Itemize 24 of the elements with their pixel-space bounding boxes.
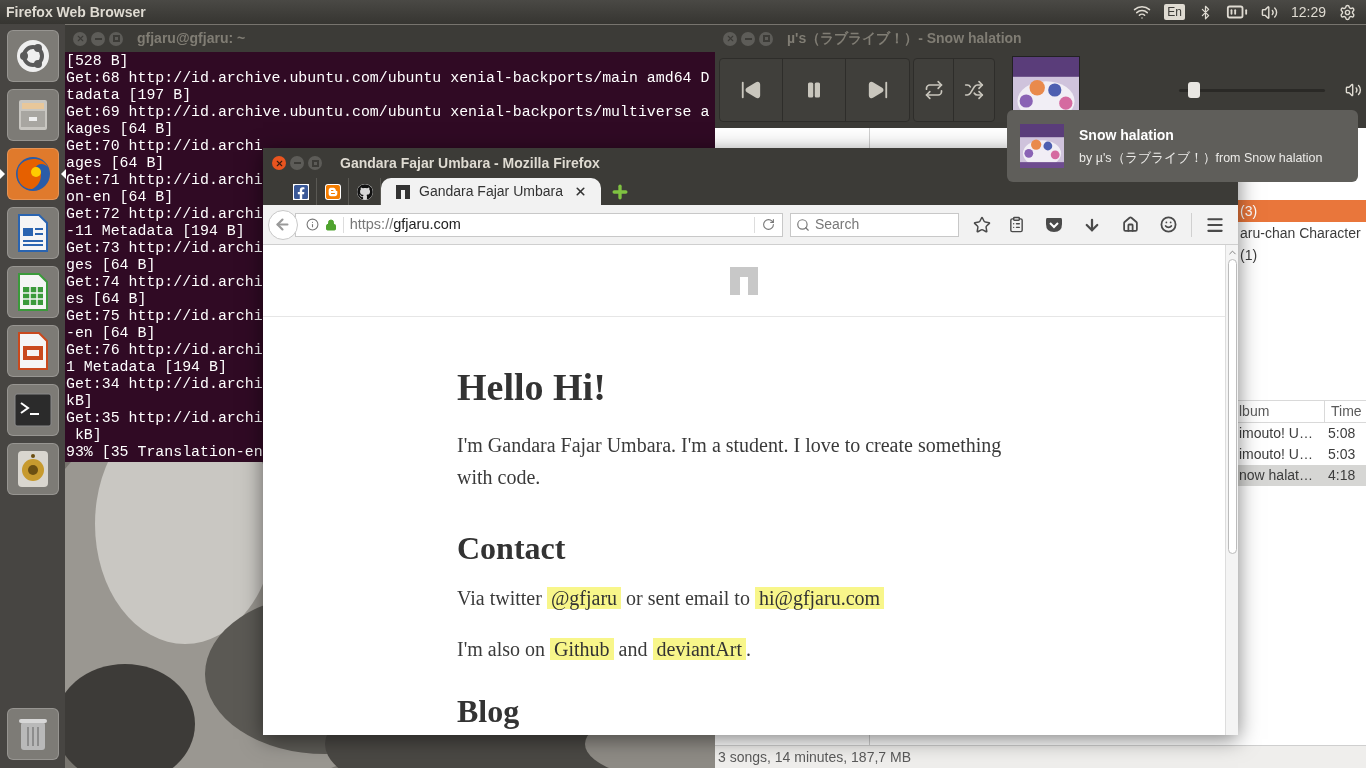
wifi-icon[interactable] — [1133, 3, 1152, 21]
spreadsheet-icon — [16, 273, 49, 311]
launcher-item[interactable] — [6, 325, 59, 377]
app-title: Firefox Web Browser — [6, 2, 146, 22]
launcher-item[interactable] — [6, 148, 59, 200]
clock[interactable]: 12:29 — [1290, 1, 1326, 23]
volume-icon[interactable] — [1260, 3, 1278, 21]
active-indicator-icon — [60, 169, 66, 179]
launcher-item[interactable] — [6, 30, 59, 82]
launcher-item[interactable] — [6, 708, 59, 760]
launcher-item[interactable] — [6, 443, 59, 495]
document-icon — [16, 214, 49, 252]
speaker-icon — [15, 450, 50, 488]
terminal-icon — [13, 393, 52, 427]
trash-icon — [16, 716, 49, 752]
settings-icon[interactable] — [1339, 3, 1356, 21]
presentation-icon — [16, 332, 49, 370]
keyboard-indicator[interactable]: En — [1164, 4, 1185, 20]
ring-logo-icon — [15, 39, 50, 73]
launcher-item[interactable] — [6, 266, 59, 318]
launcher-item[interactable] — [6, 89, 59, 141]
launcher-item[interactable] — [6, 207, 59, 259]
launcher-item[interactable] — [6, 384, 59, 436]
globe-icon — [13, 155, 52, 193]
